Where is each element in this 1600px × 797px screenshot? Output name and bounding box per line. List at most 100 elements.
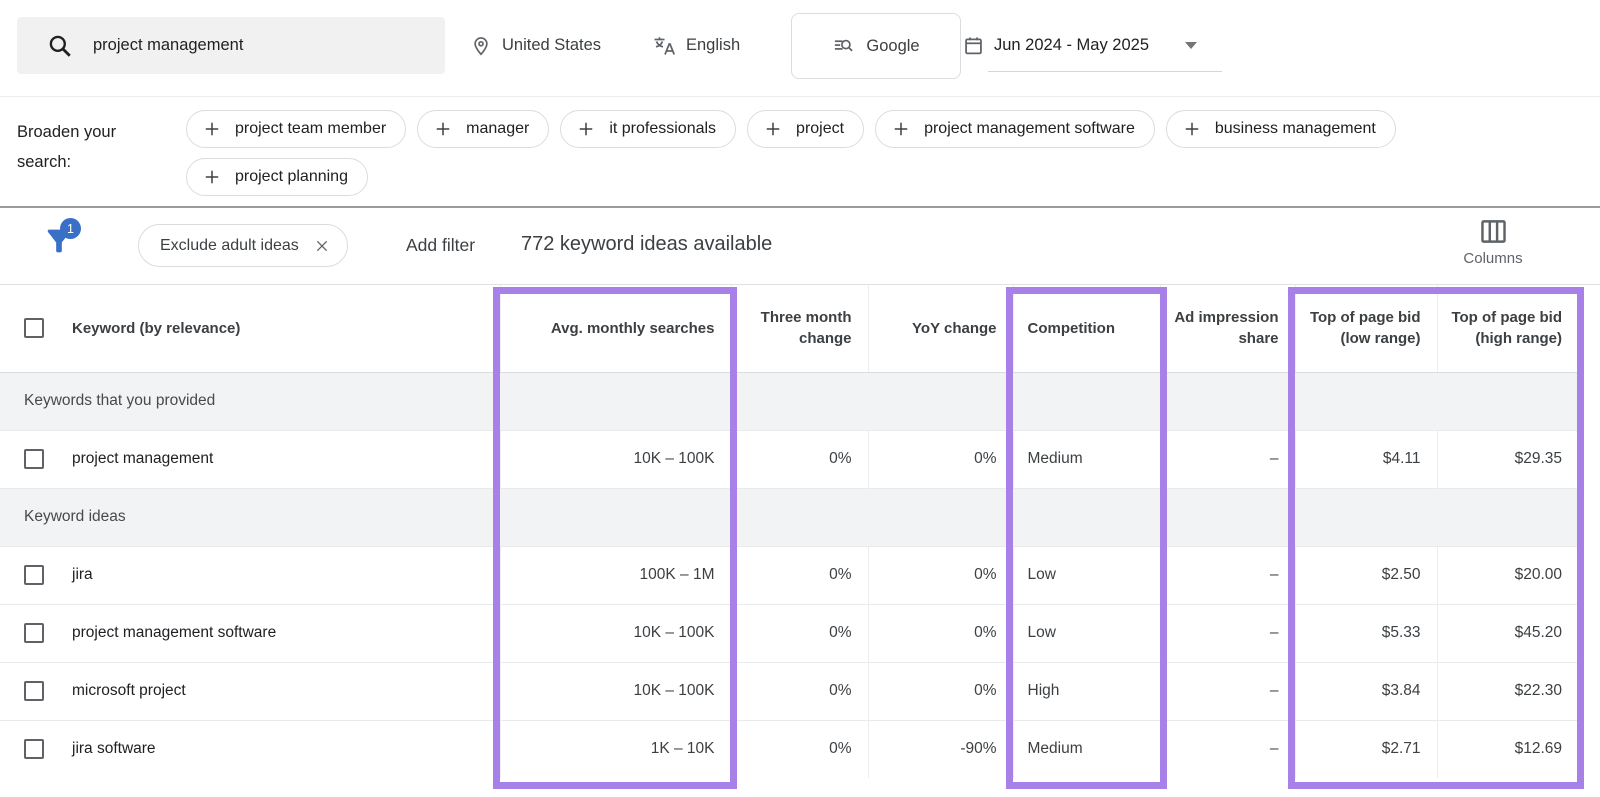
section-divider <box>0 206 1600 208</box>
keyword-text[interactable]: jira software <box>72 740 156 758</box>
location-pin-icon <box>470 35 492 57</box>
broaden-search-label: Broaden your search: <box>17 117 162 177</box>
broaden-chip[interactable]: project team member <box>186 110 406 148</box>
column-header-ad-impression-share[interactable]: Ad impression share <box>1160 285 1295 372</box>
column-header-three-month-change[interactable]: Three month change <box>731 285 868 372</box>
search-icon <box>47 33 73 59</box>
row-checkbox[interactable] <box>24 623 44 643</box>
keyword-text[interactable]: microsoft project <box>72 682 186 700</box>
location-selector[interactable]: United States <box>470 17 601 74</box>
cell-avg-monthly-searches: 10K – 100K <box>500 430 731 488</box>
broaden-chip[interactable]: manager <box>417 110 549 148</box>
column-header-avg-monthly-searches[interactable]: Avg. monthly searches <box>500 285 731 372</box>
broaden-chip-label: project <box>796 120 844 138</box>
broaden-chips-container: project team member manager it professiona… <box>186 110 1501 196</box>
cell-competition: High <box>1013 662 1160 720</box>
cell-bid-high: $22.30 <box>1437 662 1578 720</box>
cell-bid-high: $29.35 <box>1437 430 1578 488</box>
broaden-chip[interactable]: business management <box>1166 110 1396 148</box>
active-filter-chip[interactable]: Exclude adult ideas <box>138 224 348 267</box>
cell-three-month-change: 0% <box>731 720 868 778</box>
cell-yoy-change: -90% <box>868 720 1013 778</box>
columns-label: Columns <box>1463 250 1522 267</box>
plus-icon <box>433 119 453 139</box>
remove-filter-icon[interactable] <box>314 238 330 254</box>
cell-avg-monthly-searches: 10K – 100K <box>500 662 731 720</box>
plus-icon <box>576 119 596 139</box>
cell-ad-impression-share: – <box>1160 662 1295 720</box>
plus-icon <box>1182 119 1202 139</box>
column-header-top-of-page-bid-low[interactable]: Top of page bid (low range) <box>1295 285 1437 372</box>
columns-icon <box>1480 219 1507 244</box>
broaden-chip-label: project team member <box>235 120 386 138</box>
add-filter-button[interactable]: Add filter <box>406 235 475 256</box>
results-count-text: 772 keyword ideas available <box>521 233 772 256</box>
keyword-search-box[interactable] <box>17 17 445 74</box>
cell-competition: Low <box>1013 604 1160 662</box>
broaden-chip[interactable]: project <box>747 110 864 148</box>
broaden-chip[interactable]: project planning <box>186 158 368 196</box>
broaden-chip-label: project planning <box>235 168 348 186</box>
active-filter-label: Exclude adult ideas <box>160 237 299 255</box>
cell-bid-low: $2.71 <box>1295 720 1437 778</box>
columns-button[interactable]: Columns <box>1452 219 1534 267</box>
column-header-yoy-change[interactable]: YoY change <box>868 285 1013 372</box>
location-label: United States <box>502 36 601 55</box>
column-header-keyword[interactable]: Keyword (by relevance) <box>72 318 240 339</box>
language-selector[interactable]: English <box>652 17 740 74</box>
cell-bid-high: $20.00 <box>1437 546 1578 604</box>
keyword-text[interactable]: jira <box>72 566 93 584</box>
section-row: Keywords that you provided <box>0 372 1578 430</box>
section-row: Keyword ideas <box>0 488 1578 546</box>
keyword-ideas-table: Keyword (by relevance) Avg. monthly sear… <box>0 285 1578 778</box>
broaden-chip-label: manager <box>466 120 529 138</box>
cell-three-month-change: 0% <box>731 604 868 662</box>
keyword-row: jira100K – 1M0%0%Low–$2.50$20.00 <box>0 546 1578 604</box>
cell-three-month-change: 0% <box>731 430 868 488</box>
broaden-chip-label: it professionals <box>609 120 716 138</box>
date-range-label: Jun 2024 - May 2025 <box>994 36 1149 55</box>
cell-bid-high: $45.20 <box>1437 604 1578 662</box>
network-label: Google <box>866 37 919 56</box>
filter-button[interactable]: 1 <box>42 224 94 270</box>
cell-competition: Low <box>1013 546 1160 604</box>
keyword-text[interactable]: project management <box>72 450 213 468</box>
search-input[interactable] <box>93 36 423 55</box>
cell-bid-low: $3.84 <box>1295 662 1437 720</box>
cell-avg-monthly-searches: 1K – 10K <box>500 720 731 778</box>
broaden-chip[interactable]: it professionals <box>560 110 736 148</box>
table-header-row: Keyword (by relevance) Avg. monthly sear… <box>0 285 1578 372</box>
select-all-checkbox[interactable] <box>24 318 44 338</box>
cell-yoy-change: 0% <box>868 662 1013 720</box>
keyword-row: project management software10K – 100K0%0… <box>0 604 1578 662</box>
row-checkbox[interactable] <box>24 449 44 469</box>
keyword-text[interactable]: project management software <box>72 624 276 642</box>
keyword-row: microsoft project10K – 100K0%0%High–$3.8… <box>0 662 1578 720</box>
section-label: Keyword ideas <box>0 488 1578 546</box>
broaden-chip-label: business management <box>1215 120 1376 138</box>
keyword-row: project management10K – 100K0%0%Medium–$… <box>0 430 1578 488</box>
cell-ad-impression-share: – <box>1160 430 1295 488</box>
column-header-competition[interactable]: Competition <box>1013 285 1160 372</box>
cell-bid-high: $12.69 <box>1437 720 1578 778</box>
cell-ad-impression-share: – <box>1160 604 1295 662</box>
date-range-underline <box>988 71 1222 72</box>
cell-bid-low: $4.11 <box>1295 430 1437 488</box>
row-checkbox[interactable] <box>24 681 44 701</box>
date-range-selector[interactable]: Jun 2024 - May 2025 <box>963 17 1197 74</box>
calendar-icon <box>963 35 984 56</box>
cell-avg-monthly-searches: 10K – 100K <box>500 604 731 662</box>
cell-ad-impression-share: – <box>1160 546 1295 604</box>
broaden-chip[interactable]: project management software <box>875 110 1155 148</box>
column-header-top-of-page-bid-high[interactable]: Top of page bid (high range) <box>1437 285 1578 372</box>
keyword-planner-page: United States English Google <box>0 0 1600 797</box>
cell-yoy-change: 0% <box>868 546 1013 604</box>
filter-count-badge: 1 <box>60 218 81 239</box>
row-checkbox[interactable] <box>24 739 44 759</box>
cell-avg-monthly-searches: 100K – 1M <box>500 546 731 604</box>
translate-icon <box>652 34 676 58</box>
row-checkbox[interactable] <box>24 565 44 585</box>
language-label: English <box>686 36 740 55</box>
network-selector-button[interactable]: Google <box>791 13 961 79</box>
topbar-divider <box>0 96 1600 97</box>
